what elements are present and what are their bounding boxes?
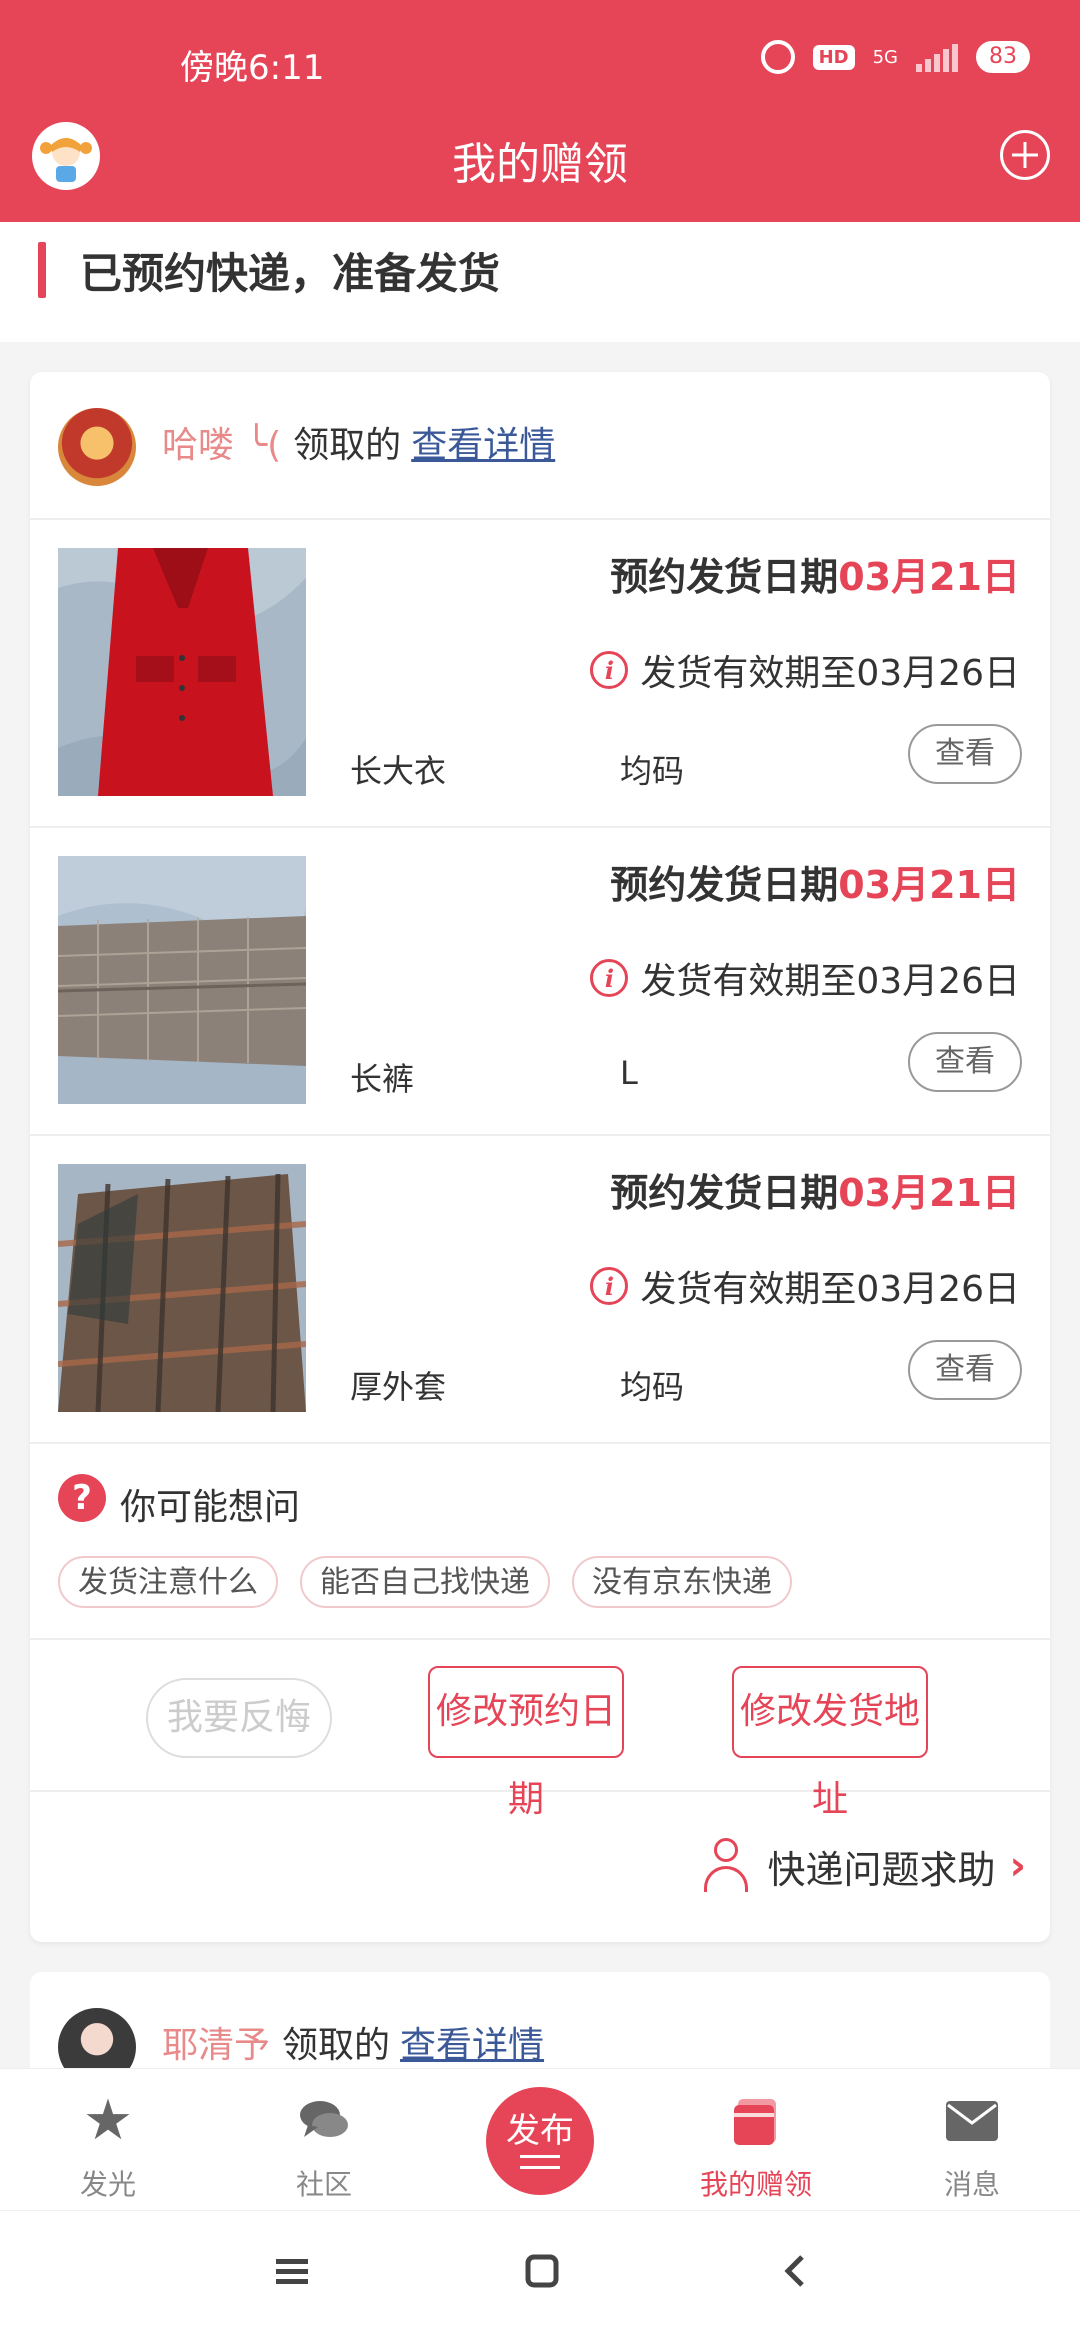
nav-bar: 我的赠领 [0, 120, 1080, 222]
item-image-jacket[interactable] [58, 1164, 306, 1412]
info-icon: i [590, 959, 629, 997]
signal-icon [916, 42, 958, 72]
menu-icon[interactable] [272, 2251, 312, 2291]
view-button[interactable]: 查看 [908, 1340, 1022, 1400]
giver-username[interactable]: 哈喽 ╰( [162, 425, 281, 466]
faq-chips: 发货注意什么 能否自己找快递 没有京东快递 [58, 1556, 792, 1608]
bottom-nav: ★ 发光 社区 发布 我的赠领 消息 [0, 2068, 1080, 2210]
section-title: 已预约快递，准备发货 [80, 249, 501, 298]
battery-icon: 83 [976, 41, 1030, 73]
status-time: 傍晚6:11 [180, 48, 325, 88]
back-icon[interactable] [776, 2251, 816, 2291]
card-user-line: 耶清予 领取的 查看详情 [162, 2016, 544, 2068]
item-name: 厚外套 [350, 1368, 447, 1406]
faq-title: 你可能想问 [120, 1487, 301, 1528]
ship-date-value: 03月21日 [838, 863, 1020, 907]
star-icon: ★ [82, 2088, 134, 2153]
view-details-link[interactable]: 查看详情 [400, 2025, 544, 2066]
item-name: 长大衣 [350, 752, 447, 790]
tab-glow[interactable]: ★ 发光 [18, 2069, 198, 2211]
regret-button[interactable]: 我要反悔 [146, 1678, 332, 1758]
app-header: 傍晚6:11 HD 5G 83 我的赠领 [0, 0, 1080, 222]
item-size: 均码 [620, 752, 685, 790]
card-header: 哈喽 ╰( 领取的 查看详情 [30, 372, 1050, 520]
tab-label: 消息 [943, 2168, 1000, 2201]
menu-lines-icon [520, 2155, 560, 2169]
section-accent [38, 242, 46, 298]
ship-date: 预约发货日期03月21日 [610, 546, 1020, 601]
item-size: 均码 [620, 1368, 685, 1406]
publish-label: 发布 [506, 2111, 574, 2151]
shipping-help-row[interactable]: 快递问题求助 › [30, 1792, 1050, 1942]
section-header: 已预约快递，准备发货 [0, 222, 1080, 342]
add-icon[interactable] [1000, 130, 1050, 180]
item-image-pants[interactable] [58, 856, 306, 1104]
tab-my-gifts[interactable]: 我的赠领 [666, 2069, 846, 2211]
page-title: 我的赠领 [452, 139, 628, 190]
tab-messages[interactable]: 消息 [882, 2069, 1062, 2211]
status-icons: HD 5G 83 [760, 40, 1030, 74]
ship-date-label: 预约发货日期 [610, 863, 839, 907]
publish-button[interactable]: 发布 [486, 2087, 594, 2195]
home-icon[interactable] [522, 2251, 562, 2291]
item-image-coat[interactable] [58, 548, 306, 796]
ship-date-label: 预约发货日期 [610, 1171, 839, 1215]
ship-date: 预约发货日期03月21日 [610, 1162, 1020, 1217]
status-bar: 傍晚6:11 HD 5G 83 [0, 0, 1080, 120]
faq-chip[interactable]: 发货注意什么 [58, 1556, 278, 1608]
receive-text: 领取的 [293, 425, 402, 466]
list-item: 预约发货日期03月21日 i 发货有效期至03月26日 长大衣 均码 查看 [30, 520, 1050, 828]
network-label: 5G [872, 46, 898, 68]
valid-until: i 发货有效期至03月26日 [590, 1260, 1020, 1312]
list-item: 预约发货日期03月21日 i 发货有效期至03月26日 厚外套 均码 查看 [30, 1136, 1050, 1444]
question-icon: ? [58, 1474, 106, 1522]
view-button[interactable]: 查看 [908, 724, 1022, 784]
gift-card: 哈喽 ╰( 领取的 查看详情 预约发货日期03月21日 i 发货有效期至03月26日 … [30, 372, 1050, 1942]
tab-community[interactable]: 社区 [234, 2069, 414, 2211]
faq-chip[interactable]: 能否自己找快递 [300, 1556, 550, 1608]
info-icon: i [590, 651, 629, 689]
info-icon: i [590, 1267, 629, 1305]
ship-date-value: 03月21日 [838, 555, 1020, 599]
alarm-icon [760, 40, 795, 74]
person-icon [702, 1838, 750, 1894]
item-size: L [620, 1054, 638, 1092]
change-address-button[interactable]: 修改发货地址 [732, 1666, 928, 1820]
chat-icon [300, 2101, 348, 2137]
view-button[interactable]: 查看 [908, 1032, 1022, 1092]
faq-chip[interactable]: 没有京东快递 [572, 1556, 792, 1608]
ship-date-label: 预约发货日期 [610, 555, 839, 599]
tab-label: 我的赠领 [699, 2168, 812, 2201]
tab-label: 发光 [79, 2168, 136, 2201]
giver-username[interactable]: 耶清予 [162, 2025, 270, 2066]
mail-icon [946, 2101, 998, 2141]
chevron-right-icon: › [1009, 1843, 1026, 1889]
shipping-help-label: 快递问题求助 [767, 1847, 996, 1892]
change-date-button[interactable]: 修改预约日期 [428, 1666, 624, 1820]
list-item: 预约发货日期03月21日 i 发货有效期至03月26日 长裤 L 查看 [30, 828, 1050, 1136]
shipping-help[interactable]: 快递问题求助 › [702, 1838, 1026, 1894]
card-user-line: 哈喽 ╰( 领取的 查看详情 [162, 416, 555, 468]
giver-avatar[interactable] [58, 408, 136, 486]
hd-icon: HD [812, 44, 855, 70]
ship-date-value: 03月21日 [838, 1171, 1020, 1215]
gift-icon [734, 2099, 776, 2145]
item-name: 长裤 [350, 1060, 415, 1098]
ship-date: 预约发货日期03月21日 [610, 854, 1020, 909]
valid-until-text: 发货有效期至03月26日 [640, 961, 1020, 1002]
system-nav-bar [0, 2210, 1080, 2340]
faq-section: ? 你可能想问 发货注意什么 能否自己找快递 没有京东快递 [30, 1444, 1050, 1640]
tab-label: 社区 [295, 2168, 352, 2201]
valid-until-text: 发货有效期至03月26日 [640, 1269, 1020, 1310]
valid-until: i 发货有效期至03月26日 [590, 644, 1020, 696]
view-details-link[interactable]: 查看详情 [411, 425, 555, 466]
receive-text: 领取的 [282, 2025, 391, 2066]
valid-until-text: 发货有效期至03月26日 [640, 653, 1020, 694]
action-row: 我要反悔 修改预约日期 修改发货地址 [30, 1640, 1050, 1820]
valid-until: i 发货有效期至03月26日 [590, 952, 1020, 1004]
